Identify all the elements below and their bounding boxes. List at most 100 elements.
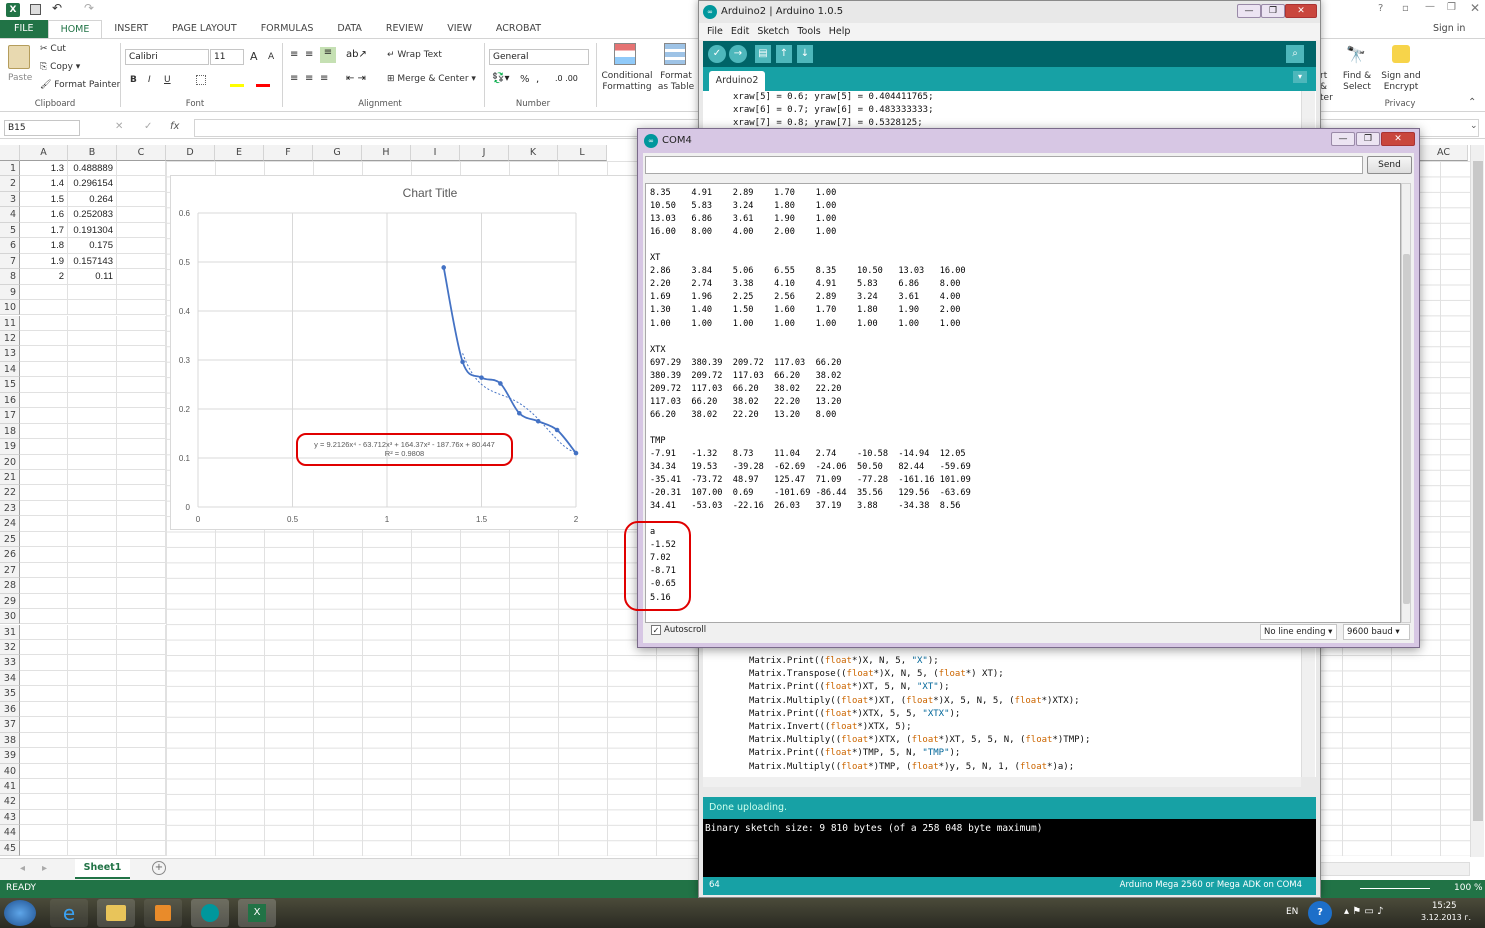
menu-sketch[interactable]: Sketch	[757, 26, 789, 37]
row-header-10[interactable]: 10	[0, 300, 20, 316]
cell[interactable]	[68, 763, 117, 779]
row-header-8[interactable]: 8	[0, 269, 20, 285]
sheet-tab-sheet1[interactable]: Sheet1	[75, 859, 130, 879]
cell-b8[interactable]: 0.11	[68, 269, 117, 285]
cell[interactable]	[68, 809, 117, 826]
cell[interactable]	[68, 609, 117, 625]
indent-icon[interactable]: ⇤ ⇥	[346, 73, 366, 84]
column-header-i[interactable]: I	[411, 145, 460, 161]
cell[interactable]	[20, 346, 68, 362]
cell[interactable]	[117, 779, 166, 795]
vertical-scrollbar[interactable]	[1470, 145, 1484, 857]
tab-formulas[interactable]: FORMULAS	[249, 20, 326, 38]
tray-icons[interactable]: ▴ ⚑ ▭ ♪	[1344, 906, 1383, 917]
menu-edit[interactable]: Edit	[731, 26, 749, 37]
align-top-icon[interactable]: ≡	[290, 49, 298, 60]
cell[interactable]	[68, 300, 117, 316]
cell[interactable]	[20, 655, 68, 671]
close-icon[interactable]: ✕	[1470, 1, 1480, 15]
row-header-2[interactable]: 2	[0, 176, 20, 192]
baud-rate-dropdown[interactable]: 9600 baud ▾	[1343, 624, 1410, 640]
column-header-c[interactable]: C	[117, 145, 166, 161]
column-header-e[interactable]: E	[215, 145, 264, 161]
minimize-button[interactable]: —	[1237, 4, 1261, 18]
cell[interactable]	[117, 222, 166, 239]
cell[interactable]	[20, 485, 68, 501]
sort-filter-button[interactable]: rt & ter	[1320, 71, 1336, 104]
tab-menu-icon[interactable]: ▾	[1293, 71, 1307, 83]
row-header-32[interactable]: 32	[0, 639, 20, 656]
cell[interactable]	[68, 794, 117, 810]
cell[interactable]	[68, 717, 117, 733]
save-icon[interactable]	[30, 4, 41, 15]
cell[interactable]	[20, 748, 68, 764]
undo-icon[interactable]: ↶	[52, 1, 62, 15]
insert-function-button[interactable]: fx	[170, 121, 179, 132]
percent-button[interactable]: %	[520, 74, 530, 85]
name-box[interactable]: B15	[4, 120, 80, 136]
minimize-button[interactable]: —	[1331, 132, 1355, 146]
cell[interactable]	[20, 686, 68, 702]
cell[interactable]	[20, 408, 68, 424]
cell[interactable]	[20, 439, 68, 455]
help-icon[interactable]: ?	[1378, 3, 1383, 14]
cell[interactable]	[117, 191, 166, 208]
cell[interactable]	[117, 377, 166, 393]
collapse-ribbon-icon[interactable]: ⌃	[1468, 97, 1476, 108]
horizontal-scrollbar[interactable]	[1320, 862, 1470, 876]
orientation-icon[interactable]: ab↗	[346, 49, 367, 60]
sketch-tab[interactable]: Arduino2	[709, 71, 765, 91]
decimal-icons[interactable]: .0 .00	[555, 74, 578, 83]
cell-a7[interactable]: 1.9	[20, 253, 68, 270]
cell[interactable]	[20, 609, 68, 625]
cut-button[interactable]: ✂ Cut	[40, 44, 66, 54]
font-size-dropdown[interactable]: 11	[210, 49, 244, 65]
row-header-1[interactable]: 1	[0, 161, 20, 177]
cell[interactable]	[20, 732, 68, 749]
scroll-thumb[interactable]	[1473, 161, 1483, 821]
cell[interactable]	[20, 330, 68, 347]
cell[interactable]	[117, 547, 166, 563]
cell[interactable]	[68, 701, 117, 718]
verify-icon[interactable]: ✓	[708, 45, 726, 63]
column-header-a[interactable]: A	[20, 145, 68, 161]
cell[interactable]	[117, 439, 166, 455]
cell[interactable]	[20, 454, 68, 470]
cell-a3[interactable]: 1.5	[20, 191, 68, 208]
row-header-42[interactable]: 42	[0, 794, 20, 810]
row-header-15[interactable]: 15	[0, 377, 20, 393]
cell[interactable]	[20, 639, 68, 656]
cell[interactable]	[20, 670, 68, 687]
menu-help[interactable]: Help	[829, 26, 851, 37]
explorer-icon[interactable]	[97, 899, 135, 927]
cell[interactable]	[117, 392, 166, 409]
cell[interactable]	[117, 717, 166, 733]
cell[interactable]	[20, 377, 68, 393]
underline-button[interactable]: U	[164, 75, 171, 85]
close-button[interactable]: ✕	[1381, 132, 1415, 146]
row-header-17[interactable]: 17	[0, 408, 20, 424]
menu-file[interactable]: File	[707, 26, 723, 37]
cell[interactable]	[20, 531, 68, 548]
cell[interactable]	[117, 516, 166, 532]
row-header-27[interactable]: 27	[0, 562, 20, 579]
cell-a5[interactable]: 1.7	[20, 222, 68, 239]
cell[interactable]	[68, 284, 117, 301]
cell[interactable]	[117, 330, 166, 347]
row-header-25[interactable]: 25	[0, 531, 20, 548]
open-icon[interactable]: ↑	[776, 45, 792, 63]
cell[interactable]	[68, 748, 117, 764]
cell[interactable]	[68, 779, 117, 795]
cell[interactable]	[117, 840, 166, 857]
tab-review[interactable]: REVIEW	[374, 20, 435, 38]
row-header-44[interactable]: 44	[0, 825, 20, 841]
cell[interactable]	[68, 624, 117, 640]
start-button[interactable]	[4, 900, 36, 926]
find-select-button[interactable]: Find & Select	[1340, 71, 1374, 93]
zoom-slider[interactable]	[1360, 888, 1430, 889]
cell[interactable]	[117, 686, 166, 702]
cell[interactable]	[68, 825, 117, 841]
cell[interactable]	[68, 639, 117, 656]
clock-date[interactable]: 3.12.2013 г.	[1421, 913, 1471, 922]
row-header-41[interactable]: 41	[0, 779, 20, 795]
